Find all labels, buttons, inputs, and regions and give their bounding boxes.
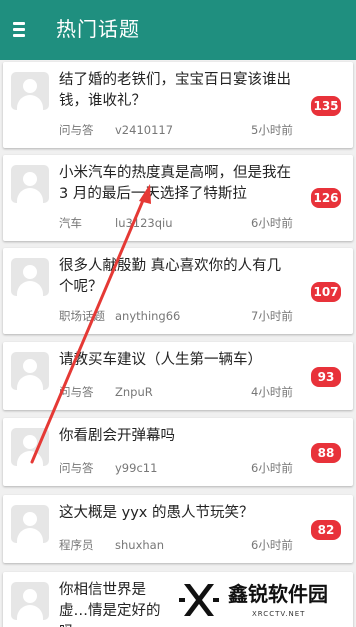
watermark-name: 鑫锐软件园	[228, 582, 328, 606]
watermark-url: XRCCTV.NET	[252, 610, 306, 618]
watermark: 鑫锐软件园 XRCCTV.NET	[170, 574, 356, 627]
annotation-arrow	[30, 184, 151, 464]
watermark-logo	[179, 584, 219, 616]
